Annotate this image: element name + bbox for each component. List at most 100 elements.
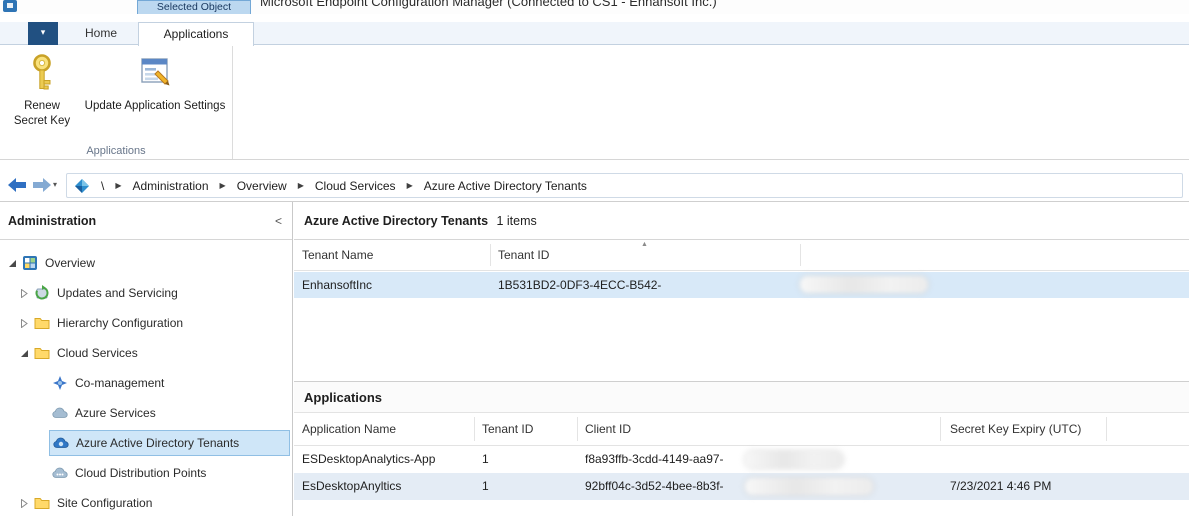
co-management-icon xyxy=(52,375,68,391)
breadcrumb-separator-icon: ▶ xyxy=(109,181,127,190)
window-title: Microsoft Endpoint Configuration Manager… xyxy=(260,0,717,9)
folder-icon xyxy=(34,345,50,361)
application-row[interactable]: EsDesktopAnyltics 1 92bff04c-3d52-4bee-8… xyxy=(294,473,1189,500)
breadcrumb: \ ▶ Administration ▶ Overview ▶ Cloud Se… xyxy=(66,173,1183,198)
applications-table-header: Application Name Tenant ID Client ID Sec… xyxy=(294,413,1189,446)
app-settings-icon xyxy=(137,52,173,94)
column-header-tenant-name[interactable]: Tenant Name xyxy=(302,240,373,271)
tenant-id-cell: 1 xyxy=(482,446,489,473)
nav-history-caret-icon[interactable]: ▾ xyxy=(53,180,57,189)
main-panel: Azure Active Directory Tenants 1 items T… xyxy=(294,202,1189,516)
secret-key-expiry-cell: 7/23/2021 4:46 PM xyxy=(950,473,1051,500)
column-divider[interactable] xyxy=(490,244,491,266)
sidebar-item-hierarchy-configuration[interactable]: Hierarchy Configuration xyxy=(0,308,292,338)
tenant-id-cell: 1 xyxy=(482,473,489,500)
update-application-settings-label: Update Application Settings xyxy=(85,100,226,112)
sidebar-item-site-configuration[interactable]: Site Configuration xyxy=(0,488,292,516)
column-divider[interactable] xyxy=(940,417,941,441)
back-arrow-icon[interactable] xyxy=(8,177,27,193)
tenants-table-header: Tenant Name Tenant ID ▲ xyxy=(294,240,1189,271)
column-header-application-name[interactable]: Application Name xyxy=(302,413,396,446)
tree-collapsed-icon[interactable] xyxy=(18,499,31,508)
sidebar-item-co-management[interactable]: Co-management xyxy=(0,368,292,398)
tree-expanded-icon[interactable] xyxy=(6,259,19,268)
renew-secret-key-button[interactable]: Renew Secret Key xyxy=(6,50,78,129)
sidebar-item-label: Cloud Services xyxy=(57,346,138,360)
application-name-cell: EsDesktopAnyltics xyxy=(302,473,401,500)
column-divider[interactable] xyxy=(474,417,475,441)
breadcrumb-root[interactable]: \ xyxy=(96,179,109,193)
client-id-cell: f8a93ffb-3cdd-4149-aa97- xyxy=(585,446,724,473)
sidebar-item-cloud-distribution-points[interactable]: Cloud Distribution Points xyxy=(0,458,292,488)
breadcrumb-item-administration[interactable]: Administration xyxy=(128,179,214,193)
cloud-dp-icon xyxy=(52,465,68,481)
client-id-cell: 92bff04c-3d52-4bee-8b3f- xyxy=(585,473,724,500)
tenant-row[interactable]: EnhansoftInc 1B531BD2-0DF3-4ECC-B542- xyxy=(294,272,1189,298)
update-application-settings-button[interactable]: Update Application Settings xyxy=(84,50,226,114)
sidebar-item-label: Cloud Distribution Points xyxy=(75,466,206,480)
sidebar-item-label: Azure Active Directory Tenants xyxy=(76,436,239,450)
tenant-id-cell: 1B531BD2-0DF3-4ECC-B542- xyxy=(498,272,661,298)
tab-home[interactable]: Home xyxy=(64,22,138,45)
breadcrumb-separator-icon: ▶ xyxy=(292,181,310,190)
ribbon: Renew Secret Key Update Application Sett… xyxy=(0,45,1189,160)
sidebar-item-cloud-services[interactable]: Cloud Services xyxy=(0,338,292,368)
sidebar-collapse-icon[interactable]: < xyxy=(275,202,282,240)
sidebar-item-label: Co-management xyxy=(75,376,164,390)
caret-down-icon: ▾ xyxy=(41,27,46,37)
sidebar-item-overview[interactable]: Overview xyxy=(0,248,292,278)
tab-applications[interactable]: Applications xyxy=(138,22,254,46)
console-root-icon xyxy=(74,178,90,194)
breadcrumb-item-overview[interactable]: Overview xyxy=(232,179,292,193)
breadcrumb-item-aad-tenants[interactable]: Azure Active Directory Tenants xyxy=(419,179,592,193)
list-item-count: 1 items xyxy=(496,214,536,228)
redacted-area xyxy=(745,478,873,495)
list-title: Azure Active Directory Tenants xyxy=(304,214,488,228)
column-divider[interactable] xyxy=(577,417,578,441)
column-header-tenant-id[interactable]: Tenant ID xyxy=(482,413,533,446)
forward-arrow-icon[interactable] xyxy=(32,177,51,193)
sort-ascending-icon: ▲ xyxy=(641,241,648,248)
ribbon-group-applications: Renew Secret Key Update Application Sett… xyxy=(0,45,233,159)
column-divider[interactable] xyxy=(1106,417,1107,441)
aad-tenants-icon xyxy=(53,435,69,451)
list-header: Azure Active Directory Tenants 1 items xyxy=(294,202,1189,240)
sidebar: Administration < Overview xyxy=(0,202,293,516)
column-header-tenant-id[interactable]: Tenant ID xyxy=(498,240,549,271)
sidebar-item-label: Updates and Servicing xyxy=(57,286,178,300)
sidebar-item-label: Overview xyxy=(45,256,95,270)
sidebar-title: Administration < xyxy=(0,202,292,240)
sidebar-item-updates-and-servicing[interactable]: Updates and Servicing xyxy=(0,278,292,308)
configmgr-console-window: Selected Object Microsoft Endpoint Confi… xyxy=(0,0,1189,516)
column-divider[interactable] xyxy=(800,244,801,266)
navigation-bar: ▾ \ ▶ Administration ▶ Overview ▶ Cloud … xyxy=(0,169,1189,202)
tree-collapsed-icon[interactable] xyxy=(18,319,31,328)
sidebar-title-label: Administration xyxy=(8,214,96,228)
breadcrumb-separator-icon: ▶ xyxy=(214,181,232,190)
tree-expanded-icon[interactable] xyxy=(18,349,31,358)
application-name-cell: ESDesktopAnalytics-App xyxy=(302,446,435,473)
cloud-icon xyxy=(52,405,68,421)
column-header-secret-key-expiry[interactable]: Secret Key Expiry (UTC) xyxy=(950,413,1081,446)
redacted-area xyxy=(800,276,928,293)
sidebar-item-azure-services[interactable]: Azure Services xyxy=(0,398,292,428)
sidebar-item-azure-active-directory-tenants[interactable]: Azure Active Directory Tenants xyxy=(0,428,292,458)
ribbon-tab-bar: ▾ Home Applications xyxy=(0,22,1189,45)
title-bar: Selected Object Microsoft Endpoint Confi… xyxy=(0,0,1189,14)
sidebar-item-label: Azure Services xyxy=(75,406,156,420)
application-row[interactable]: ESDesktopAnalytics-App 1 f8a93ffb-3cdd-4… xyxy=(294,446,1189,473)
sidebar-item-label: Hierarchy Configuration xyxy=(57,316,183,330)
renew-secret-key-label: Renew Secret Key xyxy=(14,100,70,127)
updates-icon xyxy=(34,285,50,301)
tree-collapsed-icon[interactable] xyxy=(18,289,31,298)
column-header-client-id[interactable]: Client ID xyxy=(585,413,631,446)
detail-pane-title: Applications xyxy=(294,381,1189,413)
key-icon xyxy=(25,52,59,94)
ribbon-group-label: Applications xyxy=(0,145,232,157)
file-menu-button[interactable]: ▾ xyxy=(28,22,58,45)
context-tab-selected-object[interactable]: Selected Object xyxy=(137,0,251,14)
redacted-area xyxy=(745,451,843,468)
overview-icon xyxy=(22,255,38,271)
breadcrumb-item-cloud-services[interactable]: Cloud Services xyxy=(310,179,401,193)
app-logo-icon xyxy=(3,0,17,12)
